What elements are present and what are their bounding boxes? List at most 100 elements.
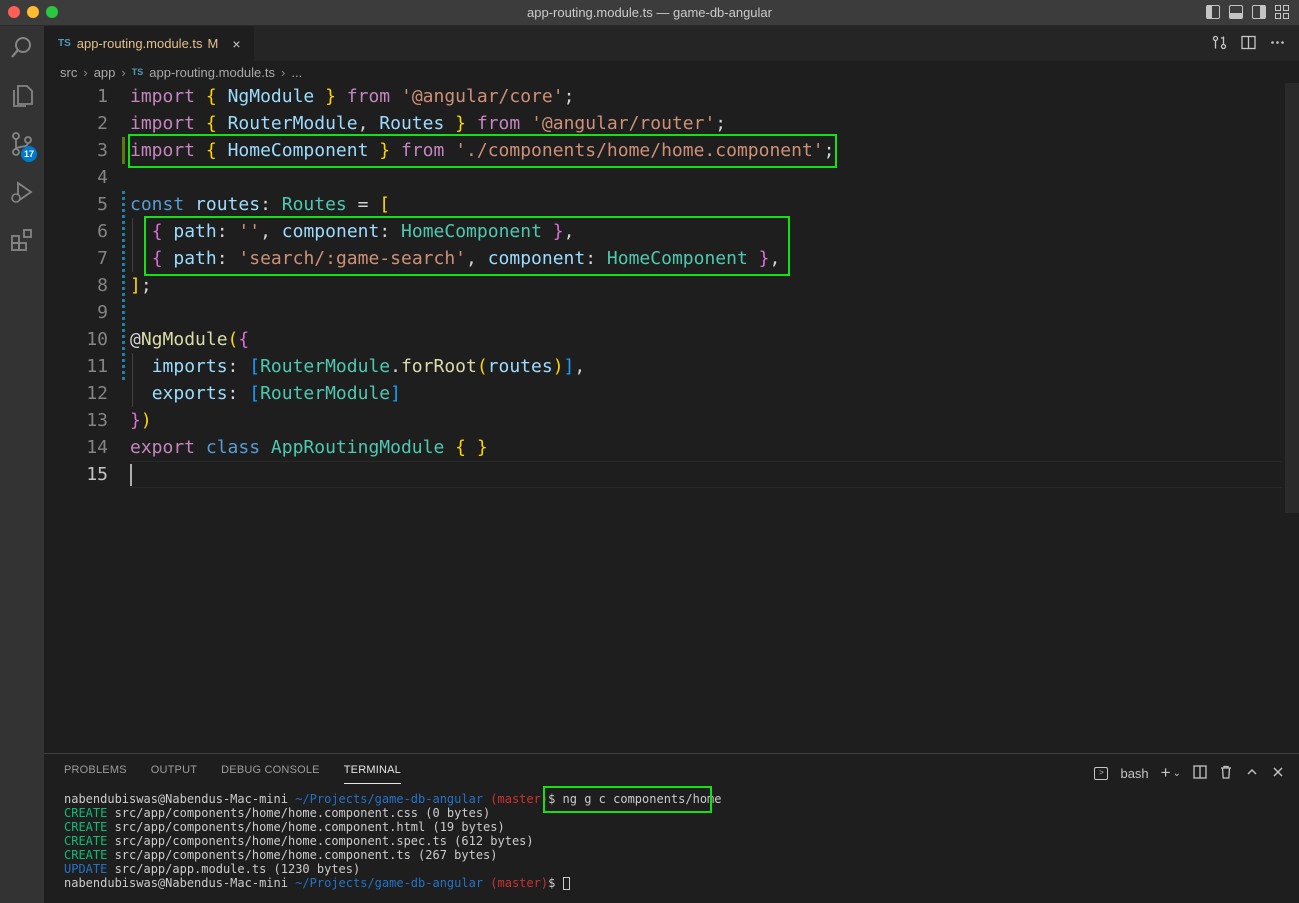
source-control-icon[interactable]: 17 <box>0 122 44 166</box>
typescript-file-icon: TS <box>131 67 144 77</box>
highlight-box-routes <box>144 216 790 276</box>
code-line-5: const routes: Routes = [ <box>130 194 391 215</box>
git-modified-marker <box>122 191 125 380</box>
terminal-line: CREATE src/app/components/home/home.comp… <box>64 848 722 862</box>
line-number: 4 <box>97 167 108 188</box>
line-number: 3 <box>97 140 108 161</box>
prompt-path: ~/Projects/game-db-angular <box>295 876 484 890</box>
output-text: src/app/app.module.ts (1230 bytes) <box>107 862 361 876</box>
bottom-panel: PROBLEMS OUTPUT DEBUG CONSOLE TERMINAL >… <box>44 753 1299 903</box>
breadcrumb: src › app › TS app-routing.module.ts › .… <box>44 61 1299 83</box>
extensions-icon[interactable] <box>0 218 44 262</box>
files-icon[interactable] <box>0 74 44 118</box>
editor-tab-bar: TS app-routing.module.ts M × <box>44 26 1299 61</box>
breadcrumb-item-file[interactable]: app-routing.module.ts <box>149 65 275 80</box>
prompt-branch: (master) <box>490 792 549 806</box>
tab-app-routing-module[interactable]: TS app-routing.module.ts M × <box>44 26 254 61</box>
line-number: 6 <box>97 221 108 242</box>
chevron-down-icon[interactable]: ⌄ <box>1173 768 1181 779</box>
run-debug-icon[interactable] <box>0 170 44 214</box>
more-actions-icon[interactable] <box>1270 35 1285 54</box>
text-cursor <box>130 464 132 486</box>
chevron-right-icon: › <box>83 64 88 80</box>
line-number-gutter: 1 2 3 4 5 6 7 8 9 10 11 12 13 14 15 <box>44 83 108 488</box>
output-text: src/app/components/home/home.component.t… <box>107 848 498 862</box>
close-icon[interactable]: × <box>232 36 240 52</box>
search-icon[interactable] <box>0 26 44 70</box>
prompt-symbol: $ <box>548 876 556 890</box>
activity-bar: 17 <box>0 26 44 903</box>
line-number: 10 <box>86 329 108 350</box>
tab-debug-console[interactable]: DEBUG CONSOLE <box>221 764 320 784</box>
typescript-file-icon: TS <box>58 38 71 49</box>
chevron-right-icon: › <box>281 64 286 80</box>
prompt-user: nabendubiswas@Nabendus-Mac-mini <box>64 792 288 806</box>
toggle-sidebar-icon[interactable] <box>1206 5 1220 19</box>
code-line-12: exports: [RouterModule] <box>151 383 401 404</box>
split-editor-icon[interactable] <box>1241 35 1256 54</box>
code-line-1: import { NgModule } from '@angular/core'… <box>130 86 575 107</box>
close-panel-icon[interactable] <box>1271 765 1285 782</box>
shell-name[interactable]: bash <box>1120 766 1148 781</box>
line-number: 5 <box>97 194 108 215</box>
tab-problems[interactable]: PROBLEMS <box>64 764 127 784</box>
tab-output[interactable]: OUTPUT <box>151 764 197 784</box>
line-number: 9 <box>97 302 108 323</box>
tab-label: app-routing.module.ts <box>76 36 203 51</box>
toggle-panel-icon[interactable] <box>1229 5 1243 19</box>
code-line-2: import { RouterModule, Routes } from '@a… <box>130 113 727 134</box>
breadcrumb-item-symbols[interactable]: ... <box>291 65 302 80</box>
code-line-13: }) <box>130 410 152 431</box>
editor-scrollbar[interactable] <box>1285 83 1299 513</box>
terminal-line: CREATE src/app/components/home/home.comp… <box>64 834 722 848</box>
source-control-badge: 17 <box>21 146 38 162</box>
code-line-14: export class AppRoutingModule { } <box>130 437 488 458</box>
chevron-right-icon: › <box>121 64 126 80</box>
line-number: 8 <box>97 275 108 296</box>
breadcrumb-item-app[interactable]: app <box>94 65 116 80</box>
output-text: src/app/components/home/home.component.c… <box>107 806 491 820</box>
git-added-marker <box>122 137 125 164</box>
code-line-8: ]; <box>130 275 152 296</box>
prompt-user: nabendubiswas@Nabendus-Mac-mini <box>64 876 288 890</box>
trash-icon[interactable] <box>1219 765 1233 782</box>
customize-layout-icon[interactable] <box>1275 5 1289 19</box>
line-number: 14 <box>86 437 108 458</box>
output-text: src/app/components/home/home.component.h… <box>107 820 505 834</box>
create-label: CREATE <box>64 848 108 862</box>
line-number: 7 <box>97 248 108 269</box>
maximize-panel-icon[interactable] <box>1245 765 1259 782</box>
terminal-line: nabendubiswas@Nabendus-Mac-mini ~/Projec… <box>64 876 722 890</box>
code-line-10: @NgModule({ <box>130 329 250 350</box>
modified-indicator: M <box>207 36 219 51</box>
toggle-secondary-sidebar-icon[interactable] <box>1252 5 1266 19</box>
create-label: CREATE <box>64 806 108 820</box>
highlight-box-command <box>543 786 712 813</box>
terminal-line: CREATE src/app/components/home/home.comp… <box>64 820 722 834</box>
line-number: 13 <box>86 410 108 431</box>
prompt-branch: (master) <box>490 876 549 890</box>
create-label: CREATE <box>64 820 108 834</box>
breadcrumb-item-src[interactable]: src <box>60 65 77 80</box>
title-bar: app-routing.module.ts — game-db-angular <box>0 0 1299 26</box>
line-number: 2 <box>97 113 108 134</box>
code-editor[interactable]: 1 2 3 4 5 6 7 8 9 10 11 12 13 14 15 impo… <box>44 83 1299 753</box>
new-terminal-icon[interactable]: + <box>1161 763 1171 783</box>
output-text: src/app/components/home/home.component.s… <box>107 834 534 848</box>
tab-terminal[interactable]: TERMINAL <box>343 764 401 784</box>
split-terminal-icon[interactable] <box>1193 764 1207 782</box>
code-line-11: imports: [RouterModule.forRoot(routes)], <box>151 356 586 377</box>
line-number: 12 <box>86 383 108 404</box>
line-number-active: 15 <box>86 464 108 485</box>
line-number: 1 <box>97 86 108 107</box>
highlight-box-import <box>128 134 837 168</box>
terminal-icon: > <box>1094 766 1109 780</box>
terminal-line: UPDATE src/app/app.module.ts (1230 bytes… <box>64 862 722 876</box>
prompt-path: ~/Projects/game-db-angular <box>295 792 484 806</box>
open-changes-icon[interactable] <box>1212 35 1227 54</box>
create-label: CREATE <box>64 834 108 848</box>
update-label: UPDATE <box>64 862 108 876</box>
